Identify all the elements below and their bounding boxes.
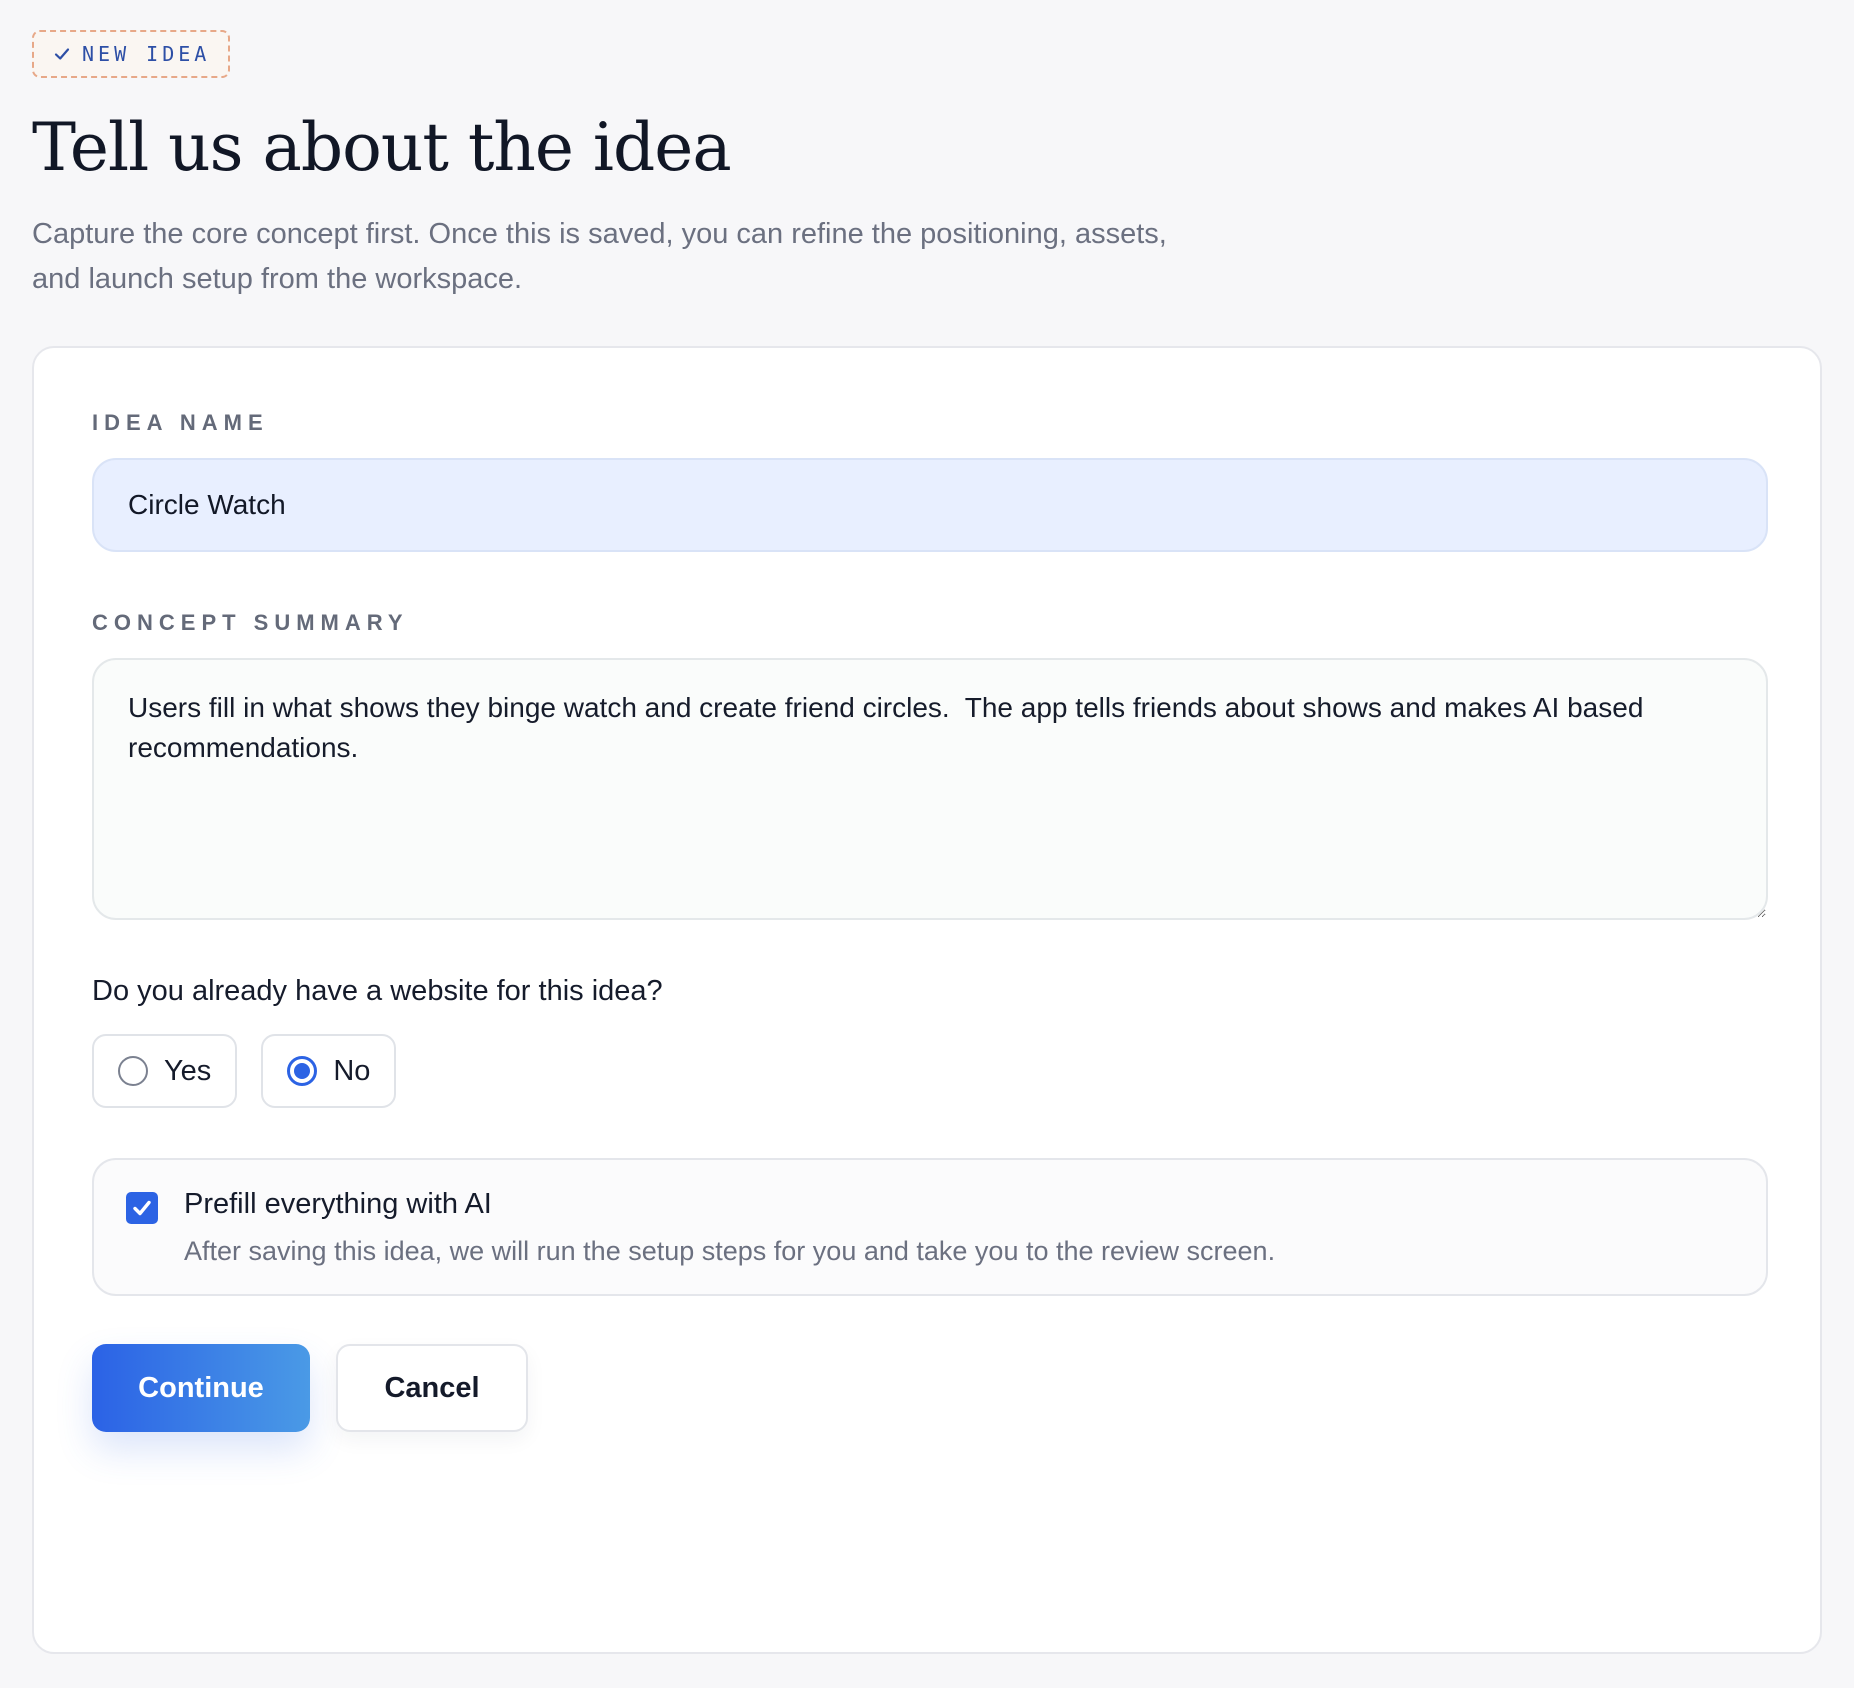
website-option-yes[interactable]: Yes bbox=[92, 1034, 238, 1108]
prefill-ai-option[interactable]: Prefill everything with AI After saving … bbox=[92, 1158, 1768, 1296]
page-title: Tell us about the idea bbox=[32, 109, 732, 186]
idea-name-label: IDEA NAME bbox=[92, 410, 269, 435]
concept-summary-textarea[interactable]: Users fill in what shows they binge watc… bbox=[92, 658, 1768, 920]
radio-label-yes: Yes bbox=[164, 1054, 212, 1087]
website-question: Do you already have a website for this i… bbox=[92, 975, 663, 1007]
badge-label: NEW IDEA bbox=[82, 42, 211, 66]
check-icon bbox=[52, 44, 72, 64]
prefill-title: Prefill everything with AI bbox=[184, 1188, 492, 1220]
prefill-description: After saving this idea, we will run the … bbox=[184, 1236, 1276, 1266]
page-subtitle: Capture the core concept first. Once thi… bbox=[32, 218, 1167, 295]
page: NEW IDEA Tell us about the idea Capture … bbox=[32, 30, 1822, 1654]
website-radio-group: Yes No bbox=[92, 1034, 1768, 1108]
radio-unchecked-icon[interactable] bbox=[118, 1056, 148, 1086]
prefill-checkbox[interactable] bbox=[126, 1192, 158, 1224]
new-idea-badge: NEW IDEA bbox=[32, 30, 231, 78]
checkmark-icon bbox=[133, 1200, 151, 1216]
concept-summary-label: CONCEPT SUMMARY bbox=[92, 610, 409, 635]
website-option-no[interactable]: No bbox=[261, 1034, 397, 1108]
idea-form: IDEA NAME CONCEPT SUMMARY Users fill in … bbox=[92, 410, 1768, 1432]
cancel-button[interactable]: Cancel bbox=[336, 1344, 528, 1432]
form-actions: Continue Cancel bbox=[92, 1344, 1768, 1432]
continue-button[interactable]: Continue bbox=[92, 1344, 310, 1432]
radio-checked-icon[interactable] bbox=[287, 1056, 318, 1086]
idea-form-card: IDEA NAME CONCEPT SUMMARY Users fill in … bbox=[32, 346, 1822, 1654]
idea-name-input[interactable] bbox=[92, 458, 1768, 552]
radio-label-no: No bbox=[333, 1054, 371, 1087]
